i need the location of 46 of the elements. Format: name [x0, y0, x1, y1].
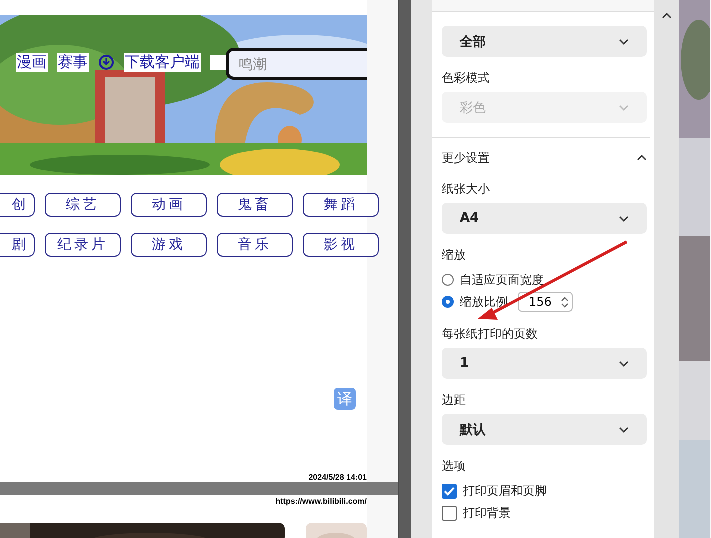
setting-label: 边距: [442, 392, 467, 409]
category-button[interactable]: 音乐: [217, 233, 293, 257]
category-button[interactable]: 鬼畜: [217, 193, 293, 217]
blank-box: [210, 55, 227, 70]
setting-label: 缩放: [442, 247, 467, 264]
nav-link[interactable]: 下载客户端: [124, 53, 201, 72]
dropdown[interactable]: A4: [442, 203, 647, 234]
nav-link[interactable]: 漫画: [16, 53, 48, 72]
category-button[interactable]: 剧: [0, 233, 35, 257]
page-url: https://www.bilibili.com/: [276, 497, 367, 506]
scroll-up-icon: [662, 13, 672, 19]
category-button[interactable]: 综艺: [45, 193, 121, 217]
setting-label: 纸张大小: [442, 181, 491, 198]
chevron-down-icon: [619, 426, 629, 432]
dropdown[interactable]: 全部: [442, 26, 647, 57]
radio-button[interactable]: [442, 296, 454, 308]
spinner-icon: [561, 296, 569, 308]
setting-label: 色彩模式: [442, 70, 491, 87]
chevron-down-icon: [619, 216, 629, 222]
scale-input[interactable]: 156: [518, 292, 573, 312]
search-field[interactable]: 鸣潮: [226, 48, 367, 80]
category-button[interactable]: 动画: [131, 193, 207, 217]
setting-label: 选项: [442, 458, 467, 475]
checkbox[interactable]: [442, 506, 457, 520]
chevron-up-icon: [637, 155, 647, 161]
checkbox-label: 打印页眉和页脚: [463, 482, 547, 500]
radio-button[interactable]: [442, 274, 454, 286]
category-button[interactable]: 创: [0, 193, 35, 217]
setting-label: 每张纸打印的页数: [442, 326, 539, 343]
section-toggle[interactable]: 更少设置: [432, 137, 650, 168]
category-button[interactable]: 游戏: [131, 233, 207, 257]
download-icon: [98, 55, 115, 70]
checkbox-label: 打印背景: [463, 504, 511, 522]
chevron-down-icon: [619, 38, 629, 44]
dropdown[interactable]: 默认: [442, 414, 647, 445]
checkmark-icon: [444, 486, 455, 496]
chevron-down-icon: [619, 104, 629, 110]
checkbox[interactable]: [442, 484, 457, 498]
nav-link[interactable]: 赛事: [57, 53, 89, 72]
timestamp: 2024/5/28 14:01: [308, 473, 367, 482]
radio-label: 自适应页面宽度: [460, 272, 544, 288]
category-button[interactable]: 舞蹈: [303, 193, 379, 217]
category-button[interactable]: 纪录片: [45, 233, 121, 257]
category-button[interactable]: 影视: [303, 233, 379, 257]
chevron-down-icon: [619, 360, 629, 366]
dropdown[interactable]: 1: [442, 348, 647, 379]
